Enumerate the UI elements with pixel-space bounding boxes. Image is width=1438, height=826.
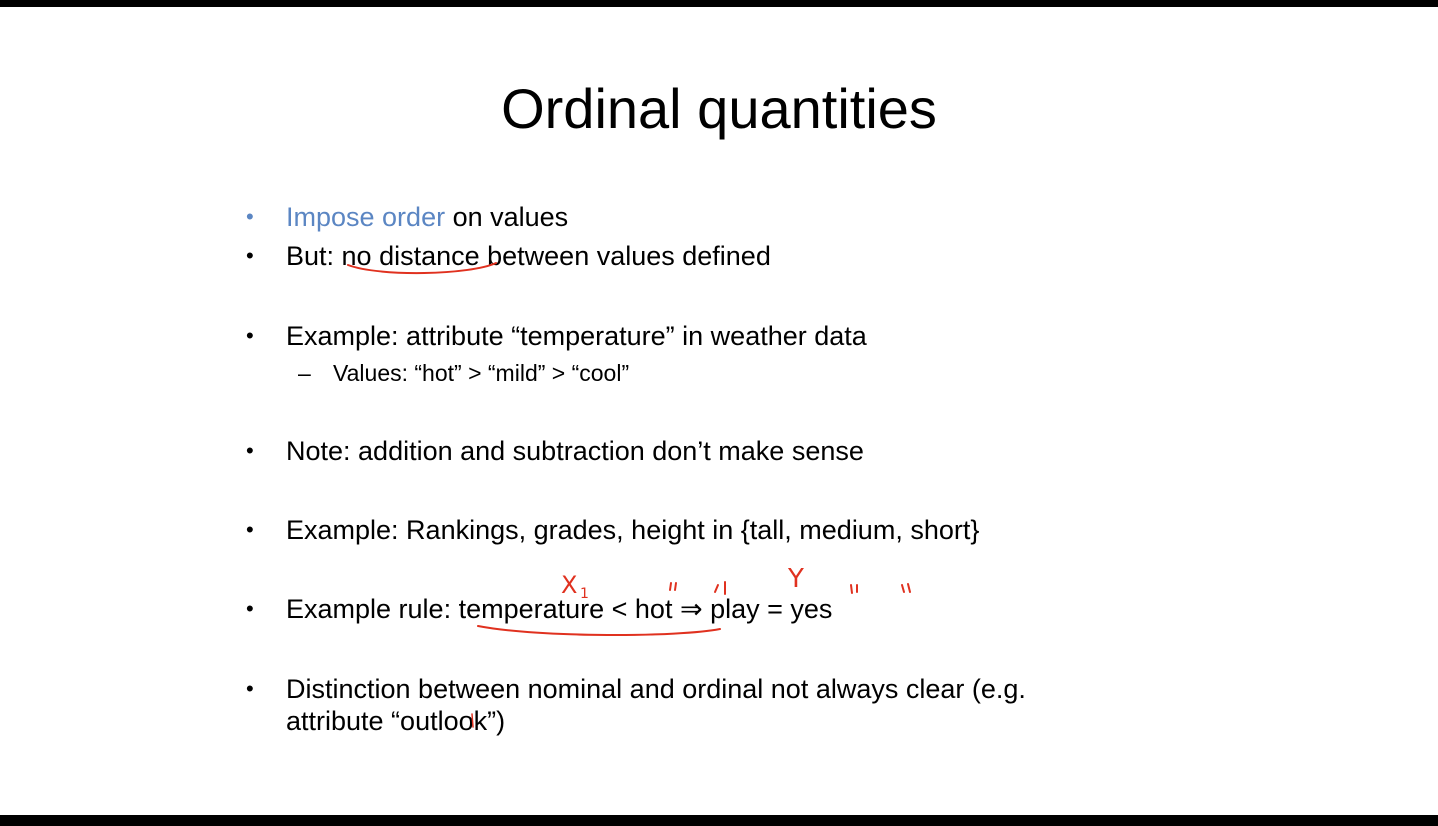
bullet-list: • Impose order on values • But: no dista…	[0, 7, 1438, 815]
video-frame: Ordinal quantities • Impose order on val…	[0, 0, 1438, 826]
slide: Ordinal quantities • Impose order on val…	[0, 7, 1438, 815]
bullet-dot: •	[246, 438, 254, 463]
bullet-text: But: no distance between values defined	[286, 241, 771, 271]
bullet-text-line2: attribute “outlook”)	[286, 706, 506, 736]
bullet-impose-order: • Impose order on values	[246, 201, 569, 233]
bullet-example-temperature: • Example: attribute “temperature” in we…	[246, 320, 867, 352]
bullet-accent-text: Impose order	[286, 202, 446, 232]
bullet-no-distance: • But: no distance between values define…	[246, 240, 771, 272]
bullet-text: Example: Rankings, grades, height in {ta…	[286, 515, 980, 545]
bullet-text: Example rule: temperature < hot ⇒ play =…	[286, 594, 833, 624]
bullet-dot: •	[246, 517, 254, 542]
bullet-dot: •	[246, 596, 254, 621]
bullet-dot: •	[246, 323, 254, 348]
bullet-text-line1: Distinction between nominal and ordinal …	[286, 674, 1026, 704]
bullet-text: Note: addition and subtraction don’t mak…	[286, 436, 864, 466]
sub-bullet-values: – Values: “hot” > “mild” > “cool”	[298, 358, 630, 388]
bullet-distinction: • Distinction between nominal and ordina…	[246, 673, 1026, 737]
bullet-example-rankings: • Example: Rankings, grades, height in {…	[246, 514, 980, 546]
sub-bullet-text: Values: “hot” > “mild” > “cool”	[333, 360, 630, 386]
sub-bullet-dash: –	[298, 360, 311, 386]
bullet-dot: •	[246, 204, 254, 229]
bullet-example-rule: • Example rule: temperature < hot ⇒ play…	[246, 593, 833, 625]
bullet-text: on values	[445, 202, 569, 232]
bullet-dot: •	[246, 676, 254, 701]
bullet-dot: •	[246, 243, 254, 268]
bullet-text: Example: attribute “temperature” in weat…	[286, 321, 867, 351]
bullet-note: • Note: addition and subtraction don’t m…	[246, 435, 864, 467]
